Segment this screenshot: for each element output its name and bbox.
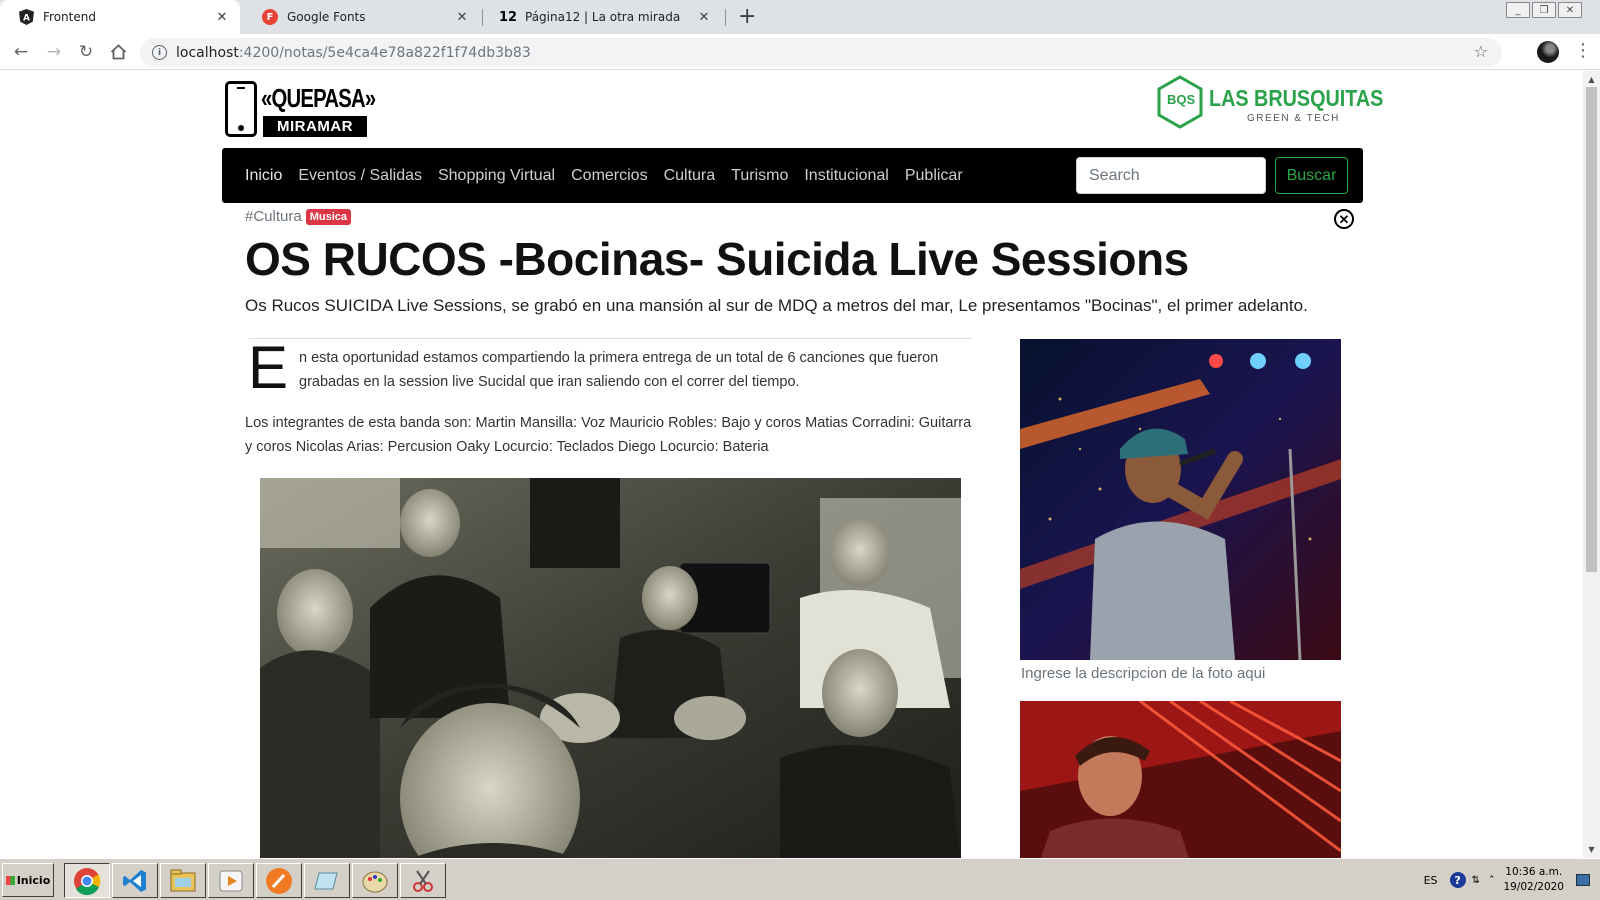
clock-date: 19/02/2020: [1503, 881, 1564, 893]
divider: [249, 338, 972, 339]
nav-item-publicar[interactable]: Publicar: [905, 167, 963, 185]
new-tab-button[interactable]: +: [738, 4, 756, 30]
nav-item-shopping[interactable]: Shopping Virtual: [438, 167, 555, 185]
brush-app-taskbar-icon[interactable]: [256, 863, 302, 898]
angular-icon: A: [18, 9, 34, 25]
google-fonts-icon: F: [262, 9, 278, 25]
restore-button[interactable]: ❐: [1532, 2, 1556, 18]
quepasa-miramar-logo[interactable]: «QUEPASA» MIRAMAR: [225, 81, 376, 137]
article-title: OS RUCOS -Bocinas- Suicida Live Sessions: [245, 233, 1189, 285]
close-icon[interactable]: ✕: [696, 10, 712, 25]
web-page: «QUEPASA» MIRAMAR BQS LAS BRUSQUITAS GRE…: [0, 71, 1583, 858]
sidebar-photo-singer: [1020, 339, 1341, 660]
window-close-button[interactable]: ✕: [1558, 2, 1582, 18]
media-player-taskbar-icon[interactable]: [208, 863, 254, 898]
chrome-taskbar-icon[interactable]: [64, 863, 110, 898]
tab-title: Google Fonts: [287, 10, 366, 24]
reload-button[interactable]: ↻: [74, 40, 98, 64]
close-article-button[interactable]: ✕: [1334, 209, 1354, 229]
article-tags: #Cultura Musica: [245, 208, 351, 225]
browser-toolbar: ← → ↻ i localhost:4200/notas/5e4ca4e78a8…: [0, 34, 1600, 70]
window-controls: _ ❐ ✕: [1504, 2, 1582, 19]
nav-item-turismo[interactable]: Turismo: [731, 167, 788, 185]
start-button[interactable]: Inicio: [2, 863, 54, 897]
bookmark-star-icon[interactable]: ☆: [1474, 42, 1488, 61]
tab-frontend[interactable]: A Frontend ✕: [0, 0, 240, 34]
nav-item-inicio[interactable]: Inicio: [245, 167, 282, 185]
minimize-button[interactable]: _: [1506, 2, 1530, 18]
category-tag[interactable]: #Cultura: [245, 208, 302, 225]
close-icon[interactable]: ✕: [214, 10, 230, 25]
drop-cap: E: [248, 334, 289, 401]
eraser-app-taskbar-icon[interactable]: [304, 863, 350, 898]
svg-text:A: A: [23, 14, 30, 24]
language-indicator[interactable]: ES: [1424, 874, 1438, 887]
search-input[interactable]: Search: [1076, 157, 1266, 194]
logo-bottom-text: MIRAMAR: [263, 116, 367, 137]
search-button[interactable]: Buscar: [1275, 157, 1348, 194]
windows-taskbar: Inicio ES ? ⇅ ⌃ 10:36 a.m. 19/02/2020: [0, 858, 1600, 900]
genre-badge: Musica: [305, 208, 351, 225]
nav-links: Inicio Eventos / Salidas Shopping Virtua…: [245, 148, 979, 203]
article-paragraph-2: Los integrantes de esta banda son: Marti…: [245, 415, 972, 455]
band-photo: [260, 478, 961, 858]
photo-caption: Ingrese la descripcion de la foto aqui: [1021, 665, 1266, 682]
start-label: Inicio: [16, 873, 51, 887]
logo-title: LAS BRUSQUITAS: [1209, 85, 1384, 111]
logo-subtitle: GREEN & TECH: [1247, 113, 1340, 124]
tray-expand-icon[interactable]: ⌃: [1488, 875, 1496, 885]
info-icon[interactable]: i: [152, 45, 167, 60]
show-desktop-icon[interactable]: [1576, 874, 1590, 886]
snipping-tool-taskbar-icon[interactable]: [400, 863, 446, 898]
url-path: :4200/notas/5e4ca4e78a822f1f74db3b83: [238, 44, 531, 61]
pagina12-icon: 12: [498, 9, 518, 25]
system-tray: ES ? ⇅ ⌃ 10:36 a.m. 19/02/2020: [1424, 862, 1600, 898]
address-bar[interactable]: i localhost:4200/notas/5e4ca4e78a822f1f7…: [140, 38, 1502, 67]
article-body: E n esta oportunidad estamos compartiend…: [245, 338, 975, 459]
nav-item-eventos[interactable]: Eventos / Salidas: [298, 167, 422, 185]
tab-title: Frontend: [43, 10, 96, 24]
network-icon[interactable]: ⇅: [1472, 875, 1480, 886]
page-scrollbar[interactable]: ▲ ▼: [1583, 71, 1600, 858]
phone-icon: [225, 81, 257, 137]
article-paragraph-1: n esta oportunidad estamos compartiendo …: [299, 350, 939, 390]
main-navbar: Inicio Eventos / Salidas Shopping Virtua…: [222, 148, 1363, 203]
help-icon[interactable]: ?: [1449, 872, 1466, 888]
url-host: localhost: [176, 44, 239, 61]
back-button[interactable]: ←: [9, 40, 33, 64]
scrollbar-thumb[interactable]: [1586, 87, 1597, 572]
tab-separator: [725, 9, 726, 26]
home-button[interactable]: [106, 40, 130, 64]
nav-item-comercios[interactable]: Comercios: [571, 167, 647, 185]
clock[interactable]: 10:36 a.m. 19/02/2020: [1503, 865, 1564, 895]
file-explorer-taskbar-icon[interactable]: [160, 863, 206, 898]
nav-item-cultura[interactable]: Cultura: [664, 167, 716, 185]
logo-top-text: «QUEPASA»: [261, 83, 376, 113]
forward-button[interactable]: →: [42, 40, 66, 64]
sidebar-photo-guitarist: [1020, 701, 1341, 858]
tab-google-fonts[interactable]: F Google Fonts ✕: [244, 0, 480, 34]
close-icon[interactable]: ✕: [454, 10, 470, 25]
windows-flag-icon: [5, 875, 15, 885]
scroll-down-icon[interactable]: ▼: [1583, 841, 1600, 858]
home-icon: [110, 44, 126, 60]
browser-menu-icon[interactable]: ⋮: [1574, 40, 1592, 62]
tab-title: Página12 | La otra mirada: [525, 10, 681, 24]
las-brusquitas-logo[interactable]: BQS LAS BRUSQUITAS GREEN & TECH: [1157, 75, 1383, 129]
browser-tab-strip: A Frontend ✕ F Google Fonts ✕ 12 Página1…: [0, 0, 1600, 34]
scroll-up-icon[interactable]: ▲: [1583, 71, 1600, 88]
vscode-taskbar-icon[interactable]: [112, 863, 158, 898]
logo-badge-text: BQS: [1167, 92, 1196, 107]
article-lead: Os Rucos SUICIDA Live Sessions, se grabó…: [245, 296, 1308, 315]
profile-avatar[interactable]: [1537, 41, 1559, 63]
clock-time: 10:36 a.m.: [1505, 866, 1563, 878]
nav-item-institucional[interactable]: Institucional: [804, 167, 889, 185]
tab-pagina12[interactable]: 12 Página12 | La otra mirada ✕: [482, 0, 722, 34]
paint-taskbar-icon[interactable]: [352, 863, 398, 898]
